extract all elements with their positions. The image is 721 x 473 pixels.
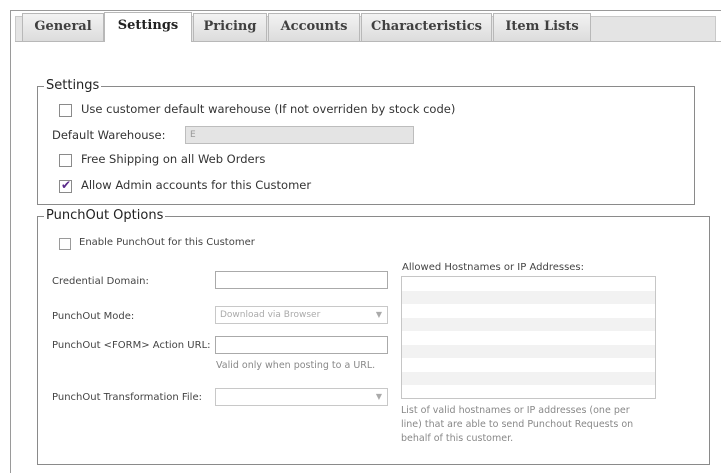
transformation-file-label: PunchOut Transformation File: bbox=[52, 392, 202, 403]
enable-punchout-checkbox[interactable] bbox=[59, 238, 71, 250]
form-action-url-input[interactable] bbox=[215, 336, 388, 354]
use-default-warehouse-label: Use customer default warehouse (If not o… bbox=[81, 102, 456, 116]
punchout-mode-value: Download via Browser bbox=[220, 310, 321, 320]
transformation-file-select[interactable]: ▼ bbox=[215, 388, 388, 406]
default-warehouse-label: Default Warehouse: bbox=[52, 128, 166, 142]
tab-item-lists[interactable]: Item Lists bbox=[493, 13, 591, 41]
allowed-hosts-help-line-2: line) that are able to send Punchout Req… bbox=[401, 419, 634, 430]
checkmark-icon: ✔ bbox=[61, 178, 72, 192]
allowed-hosts-help-line-1: List of valid hostnames or IP addresses … bbox=[401, 405, 630, 416]
allowed-hosts-help-line-3: behalf of this customer. bbox=[401, 433, 514, 444]
tab-characteristics[interactable]: Characteristics bbox=[361, 13, 492, 41]
chevron-down-icon: ▼ bbox=[375, 392, 382, 401]
free-shipping-label: Free Shipping on all Web Orders bbox=[81, 152, 266, 166]
settings-legend: Settings bbox=[46, 78, 100, 93]
punchout-mode-select[interactable]: Download via Browser ▼ bbox=[215, 306, 388, 324]
credential-domain-label: Credential Domain: bbox=[52, 276, 149, 287]
allowed-hosts-label: Allowed Hostnames or IP Addresses: bbox=[402, 262, 585, 273]
allow-admin-checkbox[interactable]: ✔ bbox=[59, 178, 72, 193]
tab-accounts[interactable]: Accounts bbox=[268, 13, 360, 41]
free-shipping-checkbox[interactable] bbox=[59, 154, 72, 167]
default-warehouse-input[interactable]: E bbox=[185, 126, 414, 144]
allow-admin-label: Allow Admin accounts for this Customer bbox=[81, 178, 312, 192]
chevron-down-icon: ▼ bbox=[375, 310, 382, 319]
use-default-warehouse-checkbox[interactable] bbox=[59, 104, 72, 117]
tab-general[interactable]: General bbox=[22, 13, 104, 41]
punchout-mode-label: PunchOut Mode: bbox=[52, 311, 135, 322]
credential-domain-input[interactable] bbox=[215, 271, 388, 289]
form-action-url-label: PunchOut <FORM> Action URL: bbox=[52, 340, 211, 351]
tab-pricing[interactable]: Pricing bbox=[193, 13, 267, 41]
form-action-url-help: Valid only when posting to a URL. bbox=[216, 360, 376, 371]
enable-punchout-label: Enable PunchOut for this Customer bbox=[79, 237, 255, 248]
punchout-legend: PunchOut Options bbox=[46, 208, 164, 223]
allowed-hosts-textarea[interactable] bbox=[401, 276, 656, 399]
tab-settings[interactable]: Settings bbox=[104, 12, 192, 42]
